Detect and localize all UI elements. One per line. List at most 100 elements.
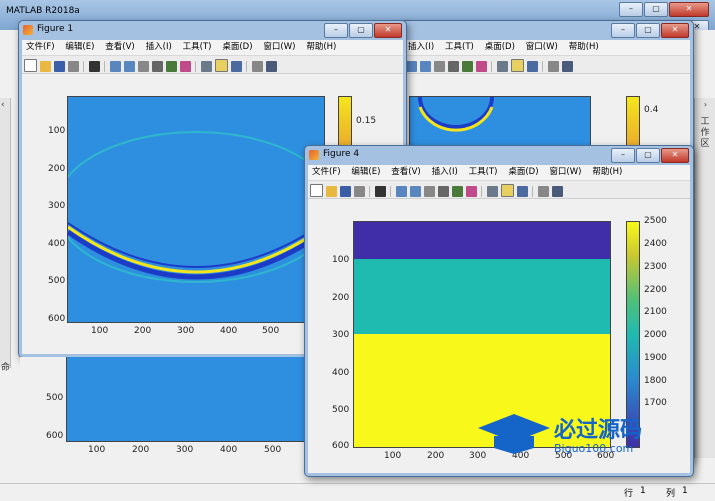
- figure-1-maximize-button[interactable]: ▢: [349, 23, 373, 38]
- figure-1-axes[interactable]: [67, 96, 325, 323]
- figure-1-window-controls: – ▢ ✕: [323, 23, 402, 38]
- zoom-in-icon[interactable]: [110, 61, 121, 72]
- hide-tools-icon[interactable]: [548, 61, 559, 72]
- close-button[interactable]: ✕: [669, 2, 709, 17]
- show-tools-icon[interactable]: [552, 186, 563, 197]
- maximize-button[interactable]: ▢: [644, 2, 668, 17]
- figure-1-close-button[interactable]: ✕: [374, 23, 402, 38]
- colorbar-icon[interactable]: [501, 184, 514, 197]
- workspace-tab[interactable]: › 工作区: [694, 98, 715, 458]
- legend-icon[interactable]: [231, 61, 242, 72]
- toolbar-separator: [481, 186, 482, 197]
- figure-1-toolbar: [22, 56, 403, 74]
- workspace-label: 工作区: [700, 117, 710, 149]
- menu-window[interactable]: 窗口(W): [259, 40, 299, 55]
- figure-1-xtick: 400: [220, 326, 238, 336]
- toolbar-separator: [491, 61, 492, 72]
- figure-1-xtick: 500: [262, 326, 280, 336]
- new-figure-icon[interactable]: [24, 59, 37, 72]
- figure-1-colorbar-tick: 0.15: [356, 116, 377, 126]
- pan-icon[interactable]: [138, 61, 149, 72]
- brush-icon[interactable]: [180, 61, 191, 72]
- matlab-title: MATLAB R2018a: [6, 6, 80, 16]
- rotate-icon[interactable]: [438, 186, 449, 197]
- rotate-icon[interactable]: [152, 61, 163, 72]
- zoom-out-icon[interactable]: [410, 186, 421, 197]
- figure-2-toolbar: [404, 56, 690, 74]
- colorbar-icon[interactable]: [215, 59, 228, 72]
- menu-insert[interactable]: 插入(I): [428, 165, 462, 180]
- menu-window[interactable]: 窗口(W): [522, 40, 562, 55]
- figure-3-axes[interactable]: [66, 357, 324, 442]
- pointer-icon[interactable]: [375, 186, 386, 197]
- save-icon[interactable]: [54, 61, 65, 72]
- watermark-text: 必过源码: [554, 418, 643, 443]
- pan-icon[interactable]: [434, 61, 445, 72]
- menu-view[interactable]: 查看(V): [101, 40, 138, 55]
- menu-help[interactable]: 帮助(H): [302, 40, 340, 55]
- data-cursor-icon[interactable]: [462, 61, 473, 72]
- figure-4-title: Figure 4: [323, 149, 360, 159]
- link-plot-icon[interactable]: [497, 61, 508, 72]
- menu-tools[interactable]: 工具(T): [465, 165, 502, 180]
- menu-file[interactable]: 文件(F): [308, 165, 345, 180]
- minimize-button[interactable]: –: [619, 2, 643, 17]
- graduation-cap-icon: [478, 414, 550, 454]
- link-plot-icon[interactable]: [201, 61, 212, 72]
- link-plot-icon[interactable]: [487, 186, 498, 197]
- menu-desktop[interactable]: 桌面(D): [481, 40, 519, 55]
- toolbar-separator: [195, 61, 196, 72]
- data-cursor-icon[interactable]: [166, 61, 177, 72]
- menu-tools[interactable]: 工具(T): [441, 40, 478, 55]
- menu-insert[interactable]: 插入(I): [142, 40, 176, 55]
- menu-insert[interactable]: 插入(I): [404, 40, 438, 55]
- menu-window[interactable]: 窗口(W): [545, 165, 585, 180]
- menu-file[interactable]: 文件(F): [22, 40, 59, 55]
- data-cursor-icon[interactable]: [452, 186, 463, 197]
- figure-2-maximize-button[interactable]: ▢: [636, 23, 660, 38]
- figure-1-minimize-button[interactable]: –: [324, 23, 348, 38]
- menu-tools[interactable]: 工具(T): [179, 40, 216, 55]
- figure-3-ytick: 600: [46, 431, 64, 441]
- print-icon[interactable]: [68, 61, 79, 72]
- hide-tools-icon[interactable]: [538, 186, 549, 197]
- toolbar-separator: [104, 61, 105, 72]
- menu-help[interactable]: 帮助(H): [588, 165, 626, 180]
- menu-desktop[interactable]: 桌面(D): [504, 165, 542, 180]
- open-icon[interactable]: [326, 186, 337, 197]
- rotate-icon[interactable]: [448, 61, 459, 72]
- save-icon[interactable]: [340, 186, 351, 197]
- pan-icon[interactable]: [424, 186, 435, 197]
- figure-2-minimize-button[interactable]: –: [611, 23, 635, 38]
- workspace-collapse-icon[interactable]: ›: [695, 100, 715, 109]
- hide-tools-icon[interactable]: [252, 61, 263, 72]
- zoom-in-icon[interactable]: [406, 61, 417, 72]
- figure-3-xtick: 500: [264, 445, 282, 455]
- menu-help[interactable]: 帮助(H): [565, 40, 603, 55]
- menu-view[interactable]: 查看(V): [387, 165, 424, 180]
- zoom-in-icon[interactable]: [396, 186, 407, 197]
- menu-edit[interactable]: 编辑(E): [61, 40, 98, 55]
- figure-4-maximize-button[interactable]: ▢: [636, 148, 660, 163]
- figure-4-close-button[interactable]: ✕: [661, 148, 689, 163]
- legend-icon[interactable]: [527, 61, 538, 72]
- menu-desktop[interactable]: 桌面(D): [218, 40, 256, 55]
- brush-icon[interactable]: [476, 61, 487, 72]
- open-icon[interactable]: [40, 61, 51, 72]
- matlab-window-controls: – ▢ ✕: [618, 2, 709, 17]
- figure-2-menubar: 插入(I) 工具(T) 桌面(D) 窗口(W) 帮助(H): [404, 40, 690, 56]
- figure-2-close-button[interactable]: ✕: [661, 23, 689, 38]
- figure-4-minimize-button[interactable]: –: [611, 148, 635, 163]
- zoom-out-icon[interactable]: [420, 61, 431, 72]
- brush-icon[interactable]: [466, 186, 477, 197]
- print-icon[interactable]: [354, 186, 365, 197]
- new-figure-icon[interactable]: [310, 184, 323, 197]
- left-panel-collapse-icon[interactable]: ‹: [0, 100, 10, 110]
- show-tools-icon[interactable]: [266, 61, 277, 72]
- show-tools-icon[interactable]: [562, 61, 573, 72]
- menu-edit[interactable]: 编辑(E): [347, 165, 384, 180]
- zoom-out-icon[interactable]: [124, 61, 135, 72]
- pointer-icon[interactable]: [89, 61, 100, 72]
- legend-icon[interactable]: [517, 186, 528, 197]
- colorbar-icon[interactable]: [511, 59, 524, 72]
